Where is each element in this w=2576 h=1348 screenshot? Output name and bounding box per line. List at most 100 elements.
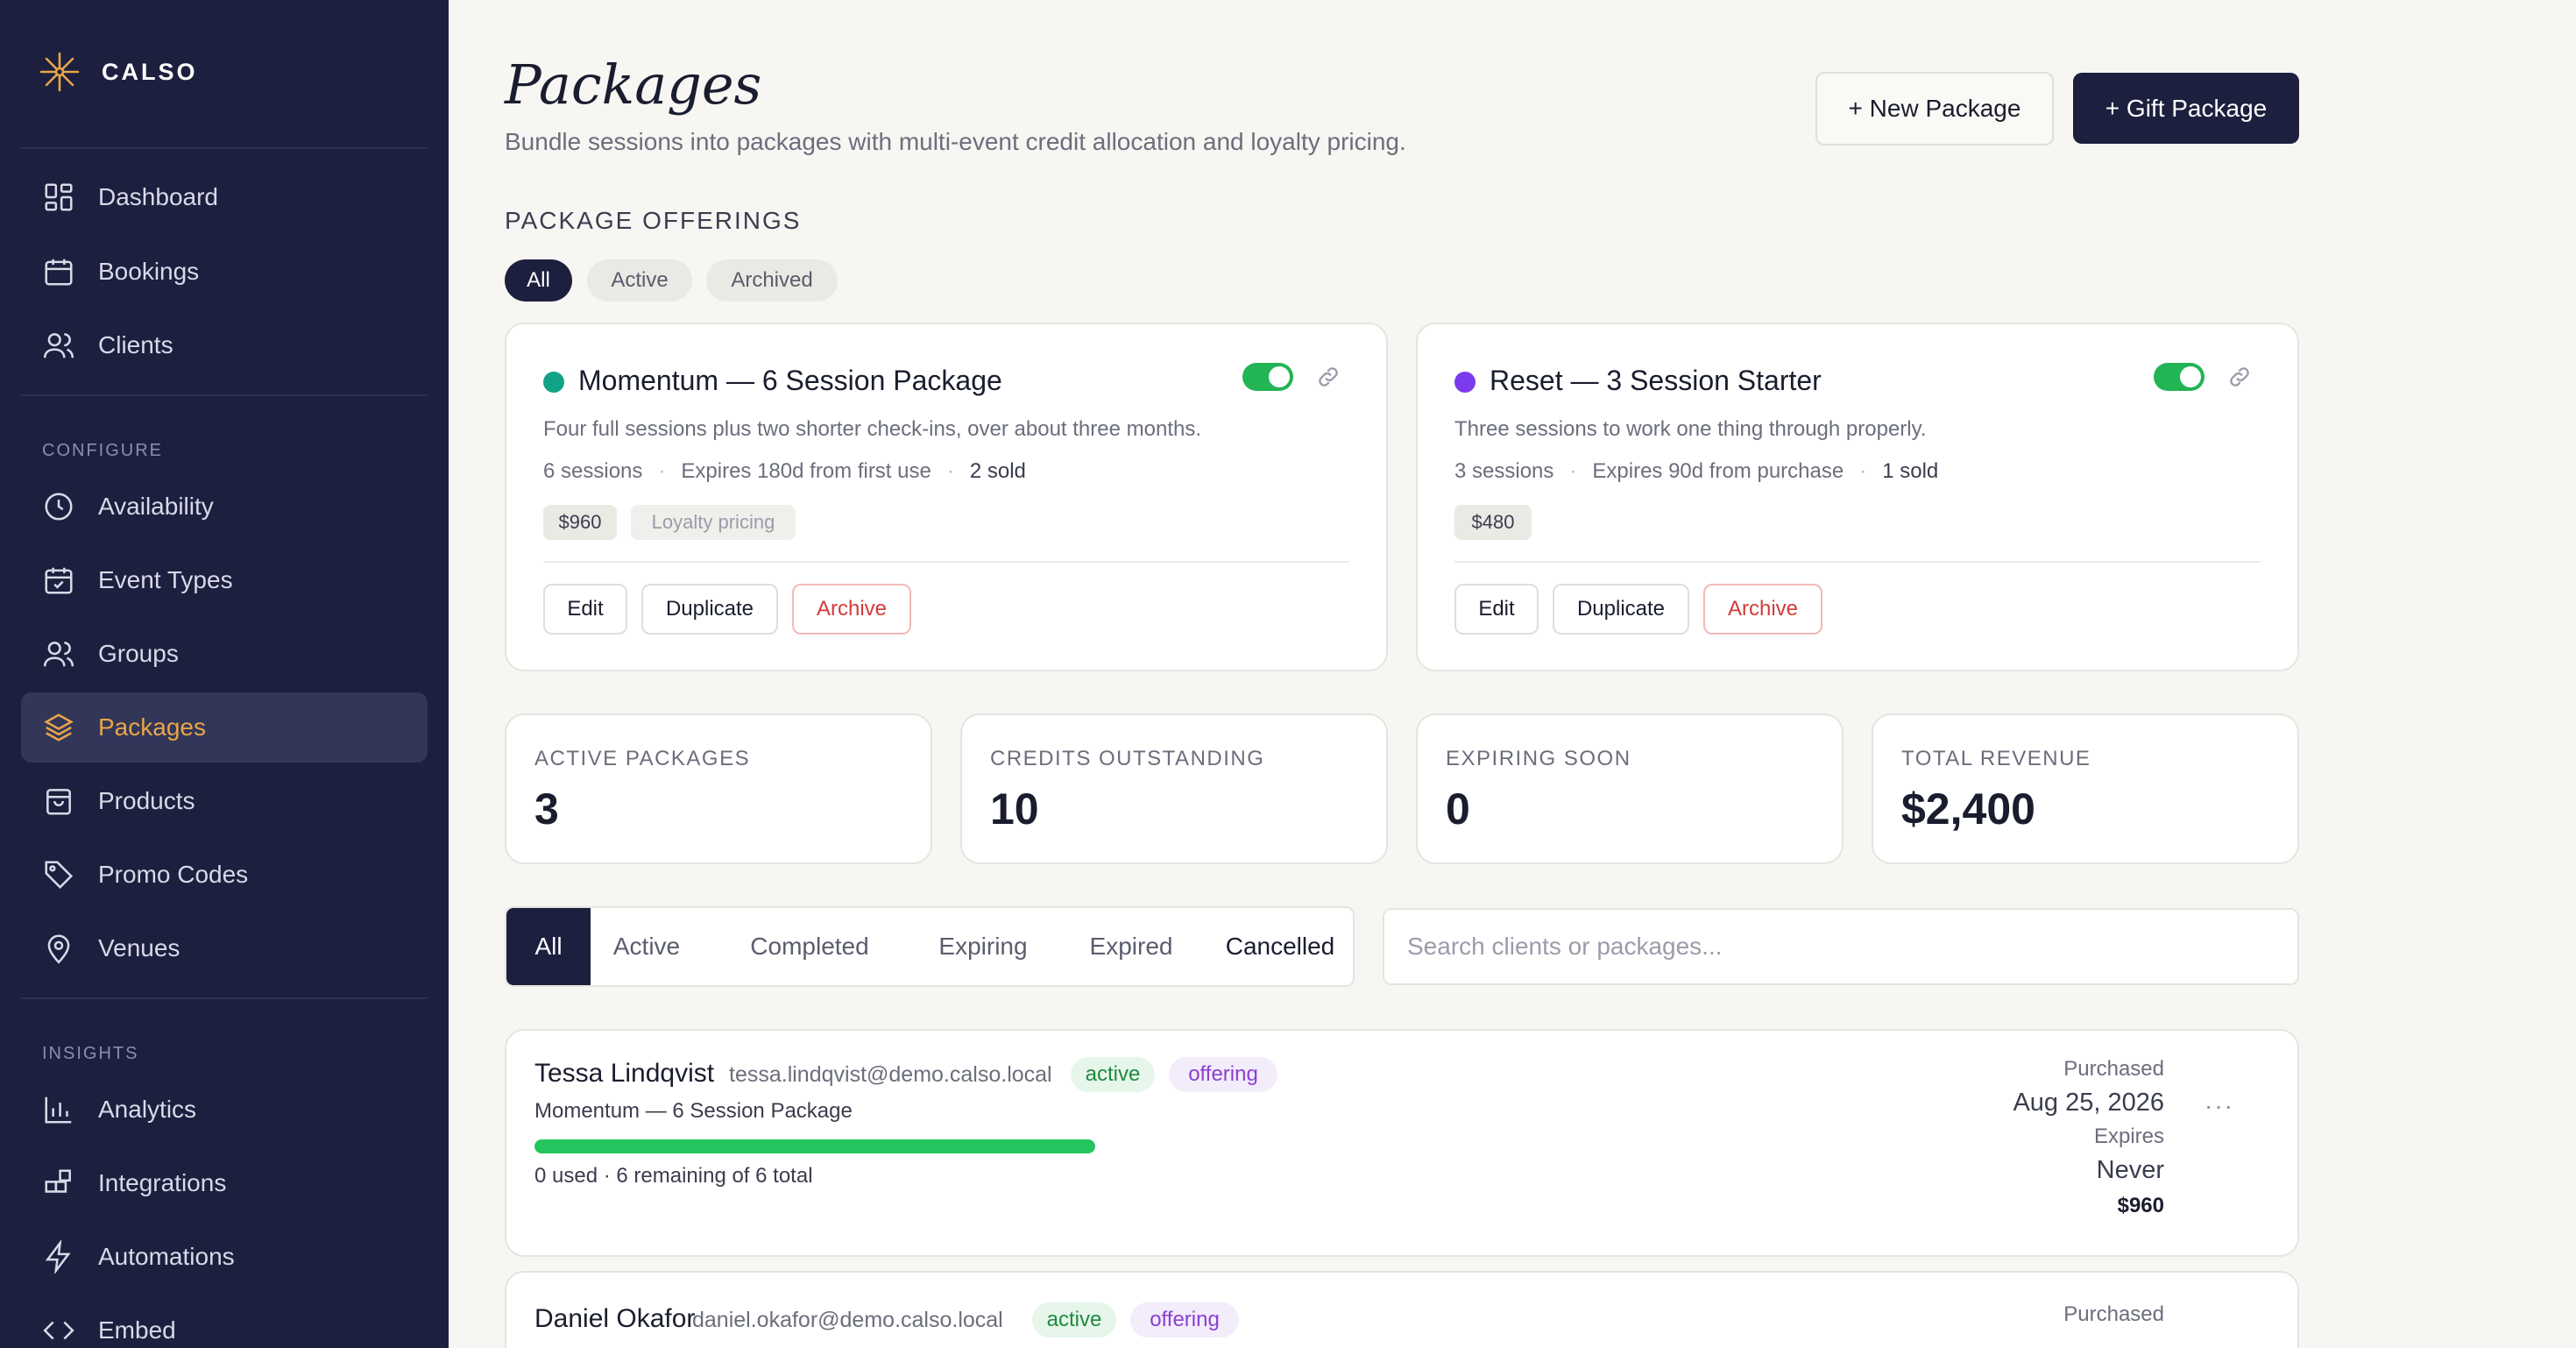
client-name: Daniel Okafor (534, 1304, 696, 1333)
stat-card-active-packages: ACTIVE PACKAGES 3 (505, 713, 932, 864)
status-badge: active (1071, 1057, 1155, 1092)
price-tag: $960 (543, 505, 617, 540)
stat-card-credits-outstanding: CREDITS OUTSTANDING 10 (960, 713, 1388, 864)
expires-date: Never (2096, 1156, 2164, 1184)
link-icon[interactable] (1316, 365, 1341, 389)
offering-color-dot (1454, 372, 1476, 393)
sidebar-item-clients[interactable]: Clients (21, 310, 428, 380)
purchase-dates: Purchased Aug 25, 2026 Expires Never $96… (2013, 1057, 2164, 1218)
usage-progress-fill (534, 1139, 1095, 1153)
sidebar-item-label: Products (98, 787, 195, 814)
filter-chip-all[interactable]: All (505, 259, 572, 302)
more-options-icon[interactable]: ··· (2204, 1092, 2234, 1120)
sidebar-item-label: Venues (98, 934, 180, 961)
sidebar-item-integrations[interactable]: Integrations (21, 1148, 428, 1218)
sidebar-item-label: Availability (98, 493, 214, 520)
sidebar-item-automations[interactable]: Automations (21, 1222, 428, 1292)
expires-label: Expires (2093, 1125, 2164, 1148)
stat-card-total-revenue: TOTAL REVENUE $2,400 (1872, 713, 2299, 864)
offering-description: Three sessions to work one thing through… (1454, 417, 1927, 441)
offering-expiry: Expires 180d from first use (681, 459, 931, 483)
purchased-label: Purchased (2063, 1057, 2164, 1081)
sidebar-item-packages[interactable]: Packages (21, 692, 428, 763)
offering-title: Reset — 3 Session Starter (1490, 365, 1822, 396)
meta-separator: · (1569, 459, 1577, 483)
offering-card: Momentum — 6 Session Package Four full s… (505, 323, 1388, 671)
duplicate-button[interactable]: Duplicate (1553, 584, 1689, 635)
purchase-row[interactable]: Daniel Okafor daniel.okafor@demo.calso.l… (505, 1271, 2299, 1348)
sidebar-item-label: Groups (98, 640, 179, 667)
tab-completed[interactable]: Completed (738, 908, 881, 985)
offering-sessions: 6 sessions (543, 459, 643, 483)
package-name: Momentum — 6 Session Package (534, 1099, 853, 1123)
offering-description: Four full sessions plus two shorter chec… (543, 417, 1202, 441)
offering-title: Momentum — 6 Session Package (578, 365, 1002, 396)
offering-enabled-toggle[interactable] (1242, 363, 1293, 391)
configure-heading: CONFIGURE (42, 441, 163, 460)
sidebar-item-products[interactable]: Products (21, 766, 428, 836)
bag-icon (46, 789, 71, 815)
offering-sessions: 3 sessions (1454, 459, 1554, 483)
clock-icon (45, 493, 73, 521)
stat-label: TOTAL REVENUE (1901, 747, 2091, 770)
sidebar-item-label: Analytics (98, 1096, 197, 1123)
search-input[interactable] (1383, 908, 2299, 985)
tab-active[interactable]: Active (603, 908, 690, 985)
sidebar-divider (21, 147, 428, 149)
tag-icon (45, 861, 74, 890)
stat-value: $2,400 (1901, 784, 2035, 834)
archive-button[interactable]: Archive (1703, 584, 1822, 635)
meta-separator: · (1859, 459, 1867, 483)
brand[interactable]: CALSO (39, 51, 198, 93)
sidebar-item-availability[interactable]: Availability (21, 472, 428, 542)
purchase-dates: Purchased (2063, 1302, 2164, 1327)
calendar-check-icon (45, 567, 73, 594)
offering-card: Reset — 3 Session Starter Three sessions… (1416, 323, 2299, 671)
card-divider (1454, 561, 2261, 563)
stat-value: 3 (534, 784, 559, 834)
users-icon (43, 333, 74, 358)
edit-button[interactable]: Edit (1454, 584, 1539, 635)
sidebar-item-bookings[interactable]: Bookings (21, 237, 428, 307)
new-package-button[interactable]: + New Package (1815, 72, 2054, 145)
sidebar-item-dashboard[interactable]: Dashboard (21, 162, 428, 232)
filter-chip-active[interactable]: Active (587, 259, 692, 302)
sidebar-item-venues[interactable]: Venues (21, 913, 428, 983)
bar-chart-icon (45, 1096, 72, 1124)
filter-chip-archived[interactable]: Archived (706, 259, 838, 302)
edit-button[interactable]: Edit (543, 584, 627, 635)
stat-card-expiring-soon: EXPIRING SOON 0 (1416, 713, 1844, 864)
archive-button[interactable]: Archive (792, 584, 911, 635)
offering-expiry: Expires 90d from purchase (1592, 459, 1844, 483)
card-divider (543, 561, 1349, 563)
code-icon (43, 1321, 74, 1340)
calendar-icon (45, 259, 73, 286)
sidebar-item-event-types[interactable]: Event Types (21, 545, 428, 615)
link-icon[interactable] (2227, 365, 2252, 389)
purchase-row[interactable]: Tessa Lindqvist tessa.lindqvist@demo.cal… (505, 1029, 2299, 1257)
sidebar-item-label: Dashboard (98, 183, 218, 210)
client-name: Tessa Lindqvist (534, 1059, 715, 1088)
sidebar-item-groups[interactable]: Groups (21, 619, 428, 689)
usage-progress-bar (534, 1139, 1095, 1153)
purchased-label: Purchased (2063, 1302, 2164, 1326)
stat-label: CREDITS OUTSTANDING (990, 747, 1265, 770)
offering-sold: 2 sold (969, 459, 1026, 483)
client-email: daniel.okafor@demo.calso.local (692, 1308, 1003, 1332)
offering-enabled-toggle[interactable] (2154, 363, 2204, 391)
sidebar-item-embed[interactable]: Embed (21, 1295, 428, 1348)
loyalty-tag: Loyalty pricing (631, 505, 796, 540)
dashboard-icon (45, 183, 73, 211)
gift-package-button[interactable]: + Gift Package (2073, 73, 2299, 144)
stat-label: ACTIVE PACKAGES (534, 747, 751, 770)
tab-all[interactable]: All (506, 908, 591, 985)
sidebar-item-promo-codes[interactable]: Promo Codes (21, 840, 428, 910)
tab-cancelled[interactable]: Cancelled (1207, 908, 1353, 985)
tab-expired[interactable]: Expired (1074, 908, 1188, 985)
lightning-icon (45, 1240, 71, 1274)
sidebar-item-analytics[interactable]: Analytics (21, 1075, 428, 1145)
tab-expiring[interactable]: Expiring (922, 908, 1044, 985)
offering-meta: 6 sessions · Expires 180d from first use… (543, 459, 1026, 484)
duplicate-button[interactable]: Duplicate (641, 584, 778, 635)
group-icon (43, 642, 74, 667)
